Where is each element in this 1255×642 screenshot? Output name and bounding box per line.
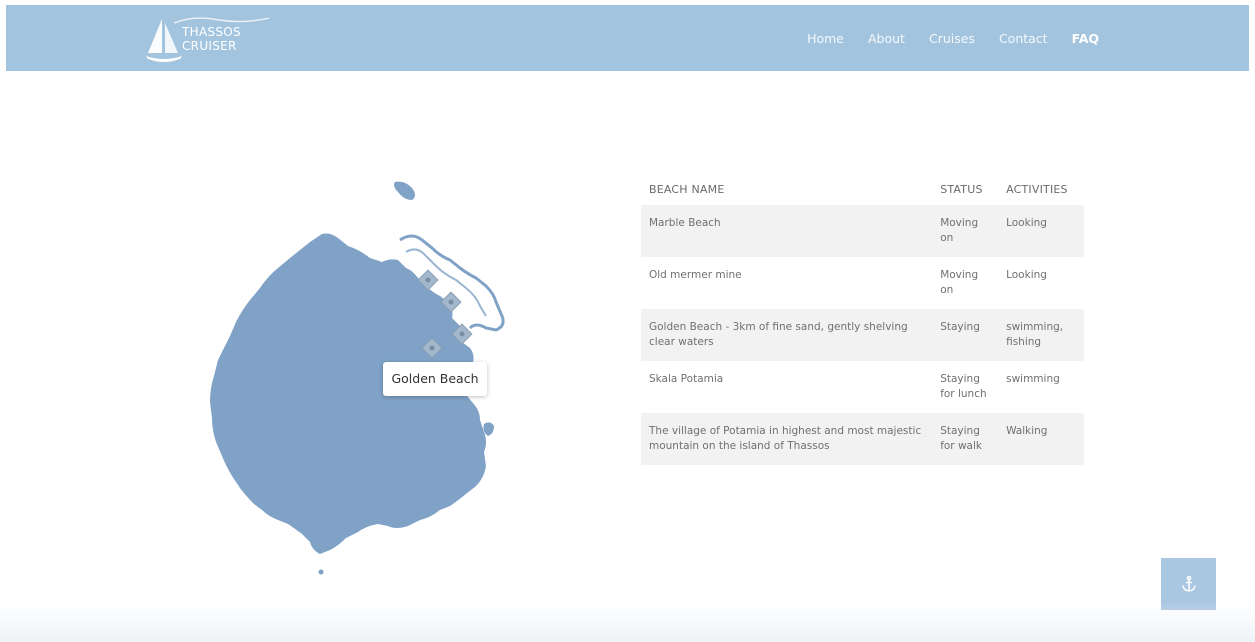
table-row[interactable]: Marble Beach Moving on Looking: [641, 205, 1084, 257]
beach-table: BEACH NAME STATUS ACTIVITIES Marble Beac…: [641, 173, 1084, 465]
nav-home[interactable]: Home: [807, 31, 844, 46]
cell-beach-name: Marble Beach: [641, 205, 933, 257]
map-tooltip: Golden Beach: [383, 362, 487, 396]
header-beach-name[interactable]: BEACH NAME: [641, 173, 932, 205]
wave-icon: [174, 17, 269, 24]
cell-activities: swimming: [998, 361, 1084, 413]
cell-beach-name: Skala Potamia: [641, 361, 933, 413]
cell-status: Moving on: [932, 205, 999, 257]
cell-activities: Looking: [998, 205, 1084, 257]
islet-south: [318, 569, 324, 575]
header-status[interactable]: STATUS: [932, 173, 998, 205]
cell-status: Staying for walk: [932, 413, 999, 465]
table-row[interactable]: Golden Beach - 3km of fine sand, gently …: [641, 309, 1084, 361]
cell-activities: swimming, fishing: [998, 309, 1084, 361]
navbar: THASSOS CRUISER Home About Cruises Conta…: [6, 5, 1249, 71]
cell-beach-name: Old mermer mine: [641, 257, 933, 309]
anchor-icon: [1181, 575, 1196, 592]
logo-text: THASSOS CRUISER: [182, 25, 241, 53]
table-row[interactable]: Skala Potamia Staying for lunch swimming: [641, 361, 1084, 413]
cell-status: Staying: [932, 309, 999, 361]
cell-beach-name: Golden Beach - 3km of fine sand, gently …: [641, 309, 933, 361]
islet-north: [394, 181, 415, 200]
logo-line1: THASSOS: [182, 25, 241, 39]
nav-contact[interactable]: Contact: [999, 31, 1048, 46]
islet-east: [483, 422, 494, 436]
logo-line2: CRUISER: [182, 39, 237, 53]
site-logo[interactable]: THASSOS CRUISER: [144, 13, 274, 65]
table-header-row: BEACH NAME STATUS ACTIVITIES: [641, 173, 1084, 205]
main-nav: Home About Cruises Contact FAQ: [783, 5, 1099, 71]
footer-fade: [0, 602, 1255, 642]
table-row[interactable]: Old mermer mine Moving on Looking: [641, 257, 1084, 309]
cell-activities: Looking: [998, 257, 1084, 309]
table-row[interactable]: The village of Potamia in highest and mo…: [641, 413, 1084, 465]
cell-beach-name: The village of Potamia in highest and mo…: [641, 413, 933, 465]
nav-about[interactable]: About: [868, 31, 905, 46]
cell-activities: Walking: [998, 413, 1084, 465]
header-activities[interactable]: ACTIVITIES: [998, 173, 1084, 205]
cell-status: Staying for lunch: [932, 361, 999, 413]
nav-cruises[interactable]: Cruises: [929, 31, 975, 46]
cell-status: Moving on: [932, 257, 999, 309]
nav-faq[interactable]: FAQ: [1072, 31, 1099, 46]
